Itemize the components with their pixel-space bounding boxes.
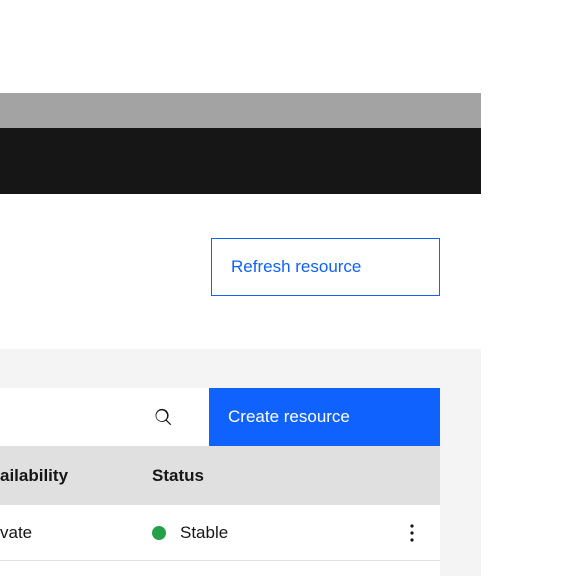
toolbar-spacer	[0, 388, 134, 446]
cell-status: Stable	[152, 505, 228, 561]
status-dot-icon	[152, 526, 166, 540]
search-icon[interactable]	[134, 388, 192, 446]
table-header-row: ailability Status	[0, 446, 440, 505]
right-gutter	[440, 388, 481, 576]
cell-availability: vate	[0, 505, 32, 561]
header-bar	[0, 128, 481, 194]
section-band	[0, 349, 481, 388]
col-header-availability: ailability	[0, 446, 68, 505]
create-resource-label: Create resource	[228, 407, 350, 427]
refresh-resource-label: Refresh resource	[231, 257, 361, 277]
col-header-status: Status	[152, 446, 204, 505]
status-text: Stable	[180, 523, 228, 543]
window-chrome-gray	[0, 93, 481, 128]
table-row: vate Stable	[0, 505, 440, 561]
overflow-menu-icon[interactable]	[400, 505, 424, 561]
refresh-resource-button[interactable]: Refresh resource	[211, 238, 440, 296]
create-resource-button[interactable]: Create resource	[209, 388, 440, 446]
